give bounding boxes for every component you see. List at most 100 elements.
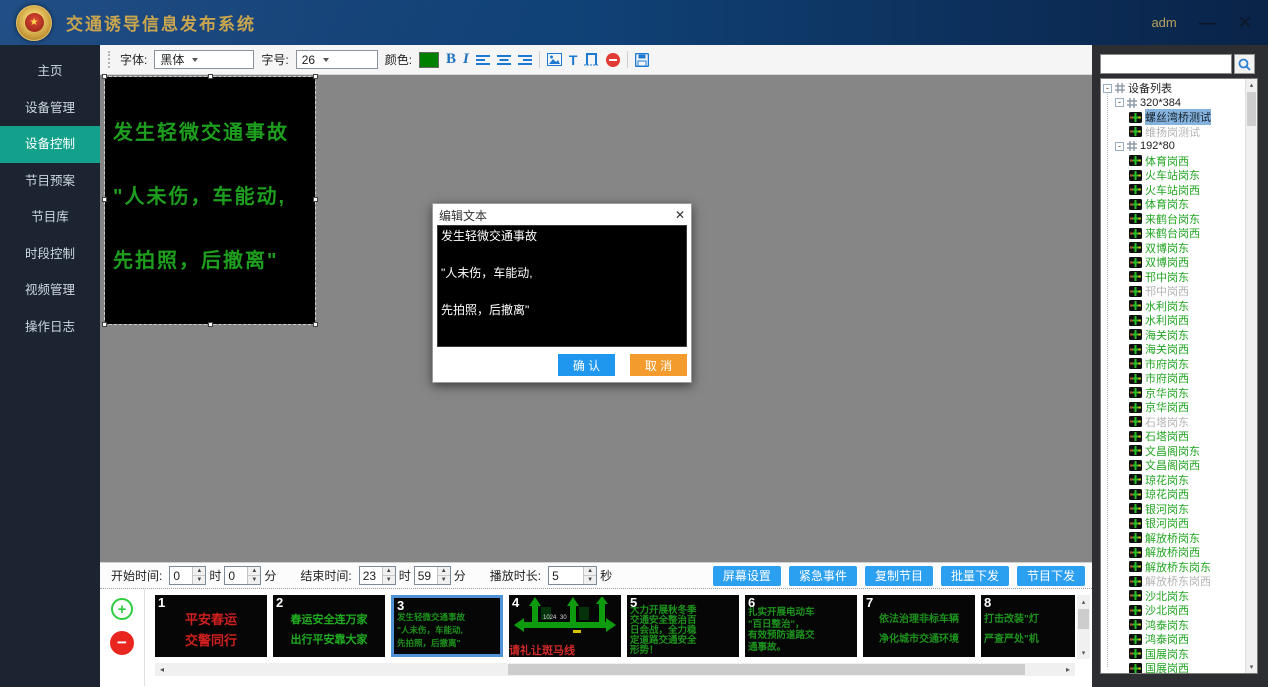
spin-down-icon[interactable]: ▼ <box>248 576 260 584</box>
edit-textarea[interactable] <box>437 225 687 347</box>
cancel-button[interactable]: 取 消 <box>630 354 687 376</box>
spin-up-icon[interactable]: ▲ <box>438 567 450 576</box>
action-button[interactable]: 紧急事件 <box>789 566 857 586</box>
align-center-icon[interactable] <box>497 54 511 66</box>
resize-handle[interactable] <box>102 322 107 327</box>
program-thumbnail[interactable]: 1平安春运交警同行 <box>155 595 267 657</box>
sidebar-item[interactable]: 设备管理 <box>0 90 100 127</box>
tree-scrollbar[interactable]: ▴ ▾ <box>1245 79 1257 673</box>
program-thumbnail[interactable]: 3发生轻微交通事故"人未伤，车能动,先拍照，后撤离" <box>391 595 503 657</box>
tree-device[interactable]: 邗中岗西 <box>1101 284 1245 299</box>
scrollbar-thumb[interactable] <box>1078 609 1089 629</box>
scroll-down-icon[interactable]: ▾ <box>1246 661 1257 673</box>
scroll-up-icon[interactable]: ▴ <box>1246 79 1257 91</box>
tree-device[interactable]: 体育岗东 <box>1101 197 1245 212</box>
action-button[interactable]: 屏幕设置 <box>713 566 781 586</box>
tree-device[interactable]: 海关岗东 <box>1101 328 1245 343</box>
tree-device[interactable]: 京华岗西 <box>1101 400 1245 415</box>
tree-device[interactable]: 解放桥岗东 <box>1101 531 1245 546</box>
tree-device[interactable]: 体育岗西 <box>1101 154 1245 169</box>
collapse-icon[interactable]: - <box>1115 98 1124 107</box>
action-button[interactable]: 节目下发 <box>1017 566 1085 586</box>
stop-icon[interactable] <box>606 53 620 67</box>
tree-device[interactable]: 京华岗东 <box>1101 386 1245 401</box>
tree-device[interactable]: 琼花岗西 <box>1101 487 1245 502</box>
tree-device[interactable]: 维扬岗测试 <box>1101 125 1245 140</box>
program-thumbnail[interactable]: 7依法治理非标车辆净化城市交通环境 <box>863 595 975 657</box>
save-icon[interactable] <box>635 53 649 67</box>
spin-up-icon[interactable]: ▲ <box>383 567 395 576</box>
resize-handle[interactable] <box>102 197 107 202</box>
insert-image-icon[interactable] <box>547 53 562 66</box>
add-program-button[interactable]: + <box>111 598 133 620</box>
sidebar-item[interactable]: 节目预案 <box>0 163 100 200</box>
tree-device[interactable]: 沙北岗西 <box>1101 603 1245 618</box>
tree-device[interactable]: 解放桥东岗东 <box>1101 560 1245 575</box>
spin-down-icon[interactable]: ▼ <box>438 576 450 584</box>
program-thumbnail[interactable]: 8打击改装"灯严查严处"机 <box>981 595 1075 657</box>
sidebar-item[interactable]: 设备控制 <box>0 126 100 163</box>
collapse-icon[interactable]: - <box>1115 142 1124 151</box>
tree-device[interactable]: 海关岗西 <box>1101 342 1245 357</box>
tree-device[interactable]: 国展岗东 <box>1101 647 1245 662</box>
resize-handle[interactable] <box>102 74 107 79</box>
spin-up-icon[interactable]: ▲ <box>584 567 596 576</box>
spin-up-icon[interactable]: ▲ <box>193 567 205 576</box>
tree-device[interactable]: 琼花岗东 <box>1101 473 1245 488</box>
spin-up-icon[interactable]: ▲ <box>248 567 260 576</box>
spin-down-icon[interactable]: ▼ <box>193 576 205 584</box>
tree-device[interactable]: 市府岗东 <box>1101 357 1245 372</box>
sidebar-item[interactable]: 时段控制 <box>0 236 100 273</box>
tree-root[interactable]: -设备列表 <box>1101 81 1245 96</box>
spin-down-icon[interactable]: ▼ <box>383 576 395 584</box>
horizontal-scrollbar[interactable]: ◂ ▸ <box>155 663 1075 676</box>
resize-handle[interactable] <box>313 322 318 327</box>
confirm-button[interactable]: 确 认 <box>558 354 615 376</box>
size-select[interactable]: 26 <box>296 50 378 69</box>
italic-button[interactable]: I <box>463 51 469 68</box>
led-preview[interactable]: 发生轻微交通事故"人未伤，车能动,先拍照，后撤离" <box>105 77 315 324</box>
font-select[interactable]: 黑体 <box>154 50 254 69</box>
tree-device[interactable]: 石塔岗东 <box>1101 415 1245 430</box>
align-right-icon[interactable] <box>518 54 532 66</box>
color-swatch[interactable] <box>419 52 439 68</box>
tree-device[interactable]: 双博岗东 <box>1101 241 1245 256</box>
marquee-icon[interactable] <box>584 53 599 66</box>
scroll-right-icon[interactable]: ▸ <box>1061 663 1075 676</box>
spin-down-icon[interactable]: ▼ <box>584 576 596 584</box>
tree-device[interactable]: 火车站岗西 <box>1101 183 1245 198</box>
tree-group[interactable]: -192*80 <box>1101 139 1245 154</box>
insert-text-icon[interactable]: T <box>569 52 578 68</box>
program-thumbnail[interactable]: 6扎实开展电动车"百日整治"，有效预防道路交通事故。 <box>745 595 857 657</box>
tree-device[interactable]: 解放桥东岗西 <box>1101 574 1245 589</box>
program-thumbnail[interactable]: 5大力开展秋冬季交通安全整治百日会战，全力稳定道路交通安全形势！ <box>627 595 739 657</box>
scroll-down-icon[interactable]: ▾ <box>1077 646 1090 659</box>
tree-device[interactable]: 沙北岗东 <box>1101 589 1245 604</box>
tree-device[interactable]: 市府岗西 <box>1101 371 1245 386</box>
resize-handle[interactable] <box>208 74 213 79</box>
vertical-scrollbar[interactable]: ▴ ▾ <box>1077 595 1090 659</box>
tree-device[interactable]: 银河岗西 <box>1101 516 1245 531</box>
scrollbar-thumb[interactable] <box>508 664 1025 675</box>
sidebar-item[interactable]: 节目库 <box>0 199 100 236</box>
action-button[interactable]: 复制节目 <box>865 566 933 586</box>
tree-device[interactable]: 文昌阁岗东 <box>1101 444 1245 459</box>
sidebar-item[interactable]: 视频管理 <box>0 272 100 309</box>
collapse-icon[interactable]: - <box>1103 84 1112 93</box>
tree-group[interactable]: -320*384 <box>1101 96 1245 111</box>
tree-device[interactable]: 火车站岗东 <box>1101 168 1245 183</box>
design-canvas[interactable]: 发生轻微交通事故"人未伤，车能动,先拍照，后撤离" 编辑文本 ✕ 确 认 <box>100 75 1092 562</box>
tree-device[interactable]: 文昌阁岗西 <box>1101 458 1245 473</box>
tree-device[interactable]: 双博岗西 <box>1101 255 1245 270</box>
scrollbar-thumb[interactable] <box>1247 92 1256 126</box>
scroll-left-icon[interactable]: ◂ <box>155 663 169 676</box>
tree-device[interactable]: 鸿泰岗东 <box>1101 618 1245 633</box>
end-minute-stepper[interactable]: 59 ▲▼ <box>414 566 451 585</box>
remove-program-button[interactable]: − <box>110 631 134 655</box>
align-left-icon[interactable] <box>476 54 490 66</box>
tree-device[interactable]: 石塔岗西 <box>1101 429 1245 444</box>
tree-device[interactable]: 鸿泰岗西 <box>1101 632 1245 647</box>
scroll-up-icon[interactable]: ▴ <box>1077 595 1090 608</box>
tree-device[interactable]: 水利岗西 <box>1101 313 1245 328</box>
start-hour-stepper[interactable]: 0 ▲▼ <box>169 566 206 585</box>
